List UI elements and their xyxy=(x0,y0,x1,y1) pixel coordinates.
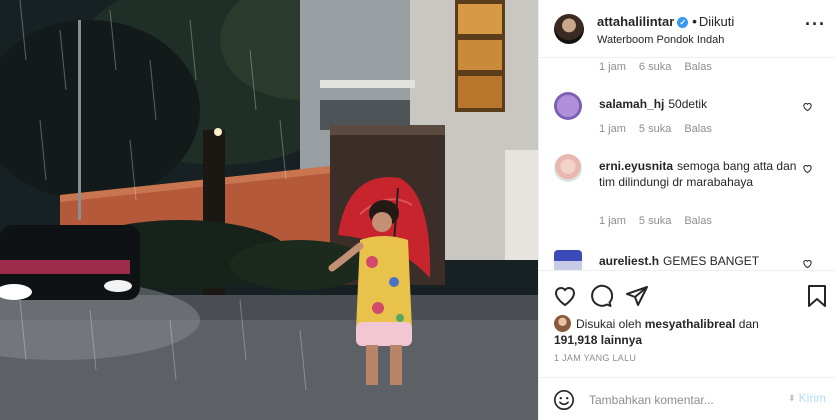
commenter-avatar[interactable] xyxy=(554,154,582,182)
comment-body: 50detik xyxy=(668,97,708,111)
commenter-avatar[interactable] xyxy=(554,92,582,120)
likes-summary: Disukai oleh mesyathalibreal dan 191,918… xyxy=(554,315,794,348)
comment-time: 1 jam xyxy=(599,123,626,135)
likes-suffix[interactable]: lainnya xyxy=(601,333,642,347)
scroll-arrows-icon: ⬍ xyxy=(788,392,796,403)
liker-avatar[interactable] xyxy=(554,315,571,332)
comment-reply-button[interactable]: Balas xyxy=(684,61,712,73)
post-photo[interactable] xyxy=(0,0,538,420)
commenter-username[interactable]: aureliest.h xyxy=(599,254,659,268)
comment-meta: 1 jam 6 suka Balas xyxy=(599,61,725,73)
likes-joiner: dan xyxy=(738,317,759,331)
like-heart-icon[interactable] xyxy=(553,284,577,308)
comment-meta: 1 jam 5 suka Balas xyxy=(599,123,725,135)
comment-like-heart-icon[interactable] xyxy=(802,163,813,174)
comment-likes[interactable]: 5 suka xyxy=(639,215,671,227)
likes-count[interactable]: 191,918 xyxy=(554,333,597,347)
comment-list[interactable]: 1 jam 6 suka Balas salamah_hj 50detik 1 jam… xyxy=(539,58,835,270)
comment-time: 1 jam xyxy=(599,215,626,227)
verified-badge-icon: ✓ xyxy=(677,17,689,28)
comment-text: salamah_hj 50detik xyxy=(599,96,799,112)
post-timestamp[interactable]: 1 JAM YANG LALU xyxy=(554,353,636,363)
comment-reply-button[interactable]: Balas xyxy=(684,215,712,227)
flood-night-photo xyxy=(0,0,538,420)
author-line: attahalilintar ✓ • Diikuti xyxy=(597,14,734,29)
commenter-avatar[interactable] xyxy=(554,250,582,270)
emoji-smiley-icon[interactable] xyxy=(553,389,575,411)
comment-like-heart-icon[interactable] xyxy=(802,101,813,112)
post-actions-section: Disukai oleh mesyathalibreal dan 191,918… xyxy=(539,270,835,420)
post-comment-label: Kirim xyxy=(798,391,826,405)
comment-likes[interactable]: 5 suka xyxy=(639,123,671,135)
comment-bubble-icon[interactable] xyxy=(589,284,613,308)
comment-text: aureliest.h GEMES BANGET xyxy=(599,253,799,269)
comment-body: GEMES BANGET xyxy=(663,254,760,268)
comment-time: 1 jam xyxy=(599,61,626,73)
liker-username[interactable]: mesyathalibreal xyxy=(645,317,736,331)
likes-prefix: Disukai oleh xyxy=(576,317,642,331)
comment-like-heart-icon[interactable] xyxy=(802,258,813,269)
separator-dot: • xyxy=(692,14,697,29)
add-comment-input[interactable] xyxy=(589,391,769,409)
author-username[interactable]: attahalilintar xyxy=(597,14,674,29)
comment-likes[interactable]: 6 suka xyxy=(639,61,671,73)
post-side-panel: attahalilintar ✓ • Diikuti Waterboom Pondok… xyxy=(538,0,835,420)
post-comment-button[interactable]: ⬍ Kirim xyxy=(788,391,826,405)
more-options-icon[interactable]: ··· xyxy=(805,15,826,33)
post-header: attahalilintar ✓ • Diikuti Waterboom Pondok… xyxy=(539,0,835,58)
comment-text: erni.eyusnita semoga bang atta dan tim di… xyxy=(599,158,799,190)
share-paper-plane-icon[interactable] xyxy=(625,284,649,308)
save-bookmark-icon[interactable] xyxy=(805,284,829,308)
comment-reply-button[interactable]: Balas xyxy=(684,123,712,135)
commenter-username[interactable]: salamah_hj xyxy=(599,97,664,111)
add-comment-bar: ⬍Kirim xyxy=(539,377,835,420)
follow-status[interactable]: Diikuti xyxy=(699,14,734,29)
author-avatar[interactable] xyxy=(554,14,584,44)
comment-meta: 1 jam 5 suka Balas xyxy=(599,215,725,227)
post-location[interactable]: Waterboom Pondok Indah xyxy=(597,34,724,46)
commenter-username[interactable]: erni.eyusnita xyxy=(599,159,673,173)
